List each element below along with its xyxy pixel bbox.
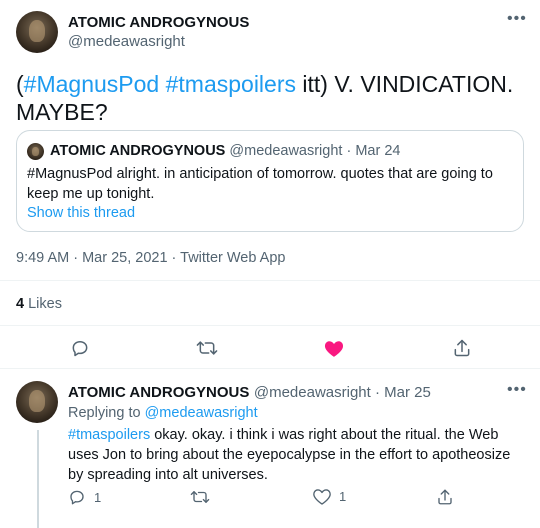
retweet-button[interactable] xyxy=(190,488,210,506)
tweet-text: (#MagnusPod #tmaspoilers itt) V. VINDICA… xyxy=(16,70,524,126)
avatar xyxy=(27,143,44,160)
author-name[interactable]: ATOMIC ANDROGYNOUS xyxy=(68,14,249,31)
more-icon[interactable]: ••• xyxy=(507,10,527,28)
hashtag-link[interactable]: #tmaspoilers xyxy=(166,71,296,97)
hashtag-link[interactable]: #tmaspoilers xyxy=(68,427,150,443)
replying-to-label: Replying to xyxy=(68,405,145,421)
more-icon[interactable]: ••• xyxy=(507,381,527,399)
tweet-timestamp[interactable]: 9:49 AM · Mar 25, 2021 · Twitter Web App xyxy=(16,250,285,266)
author-handle[interactable]: @medeawasright xyxy=(68,33,185,50)
thread-line xyxy=(37,430,39,528)
quoted-tweet-header: ATOMIC ANDROGYNOUS @medeawasright · Mar … xyxy=(50,143,400,159)
share-icon xyxy=(438,489,452,505)
retweet-button[interactable] xyxy=(196,338,218,358)
divider xyxy=(0,280,540,281)
divider xyxy=(0,325,540,326)
like-count: 1 xyxy=(339,489,347,504)
likes-label: Likes xyxy=(24,296,62,312)
quoted-tweet-card[interactable]: ATOMIC ANDROGYNOUS @medeawasright · Mar … xyxy=(16,130,524,232)
replying-to-handle[interactable]: @medeawasright xyxy=(145,405,258,421)
share-button[interactable] xyxy=(436,488,454,506)
likes-number: 4 xyxy=(16,296,25,312)
divider xyxy=(0,368,540,369)
reply-button[interactable]: 1 xyxy=(68,488,101,506)
share-icon xyxy=(454,339,470,357)
reply-text: #tmaspoilers okay. okay. i think i was r… xyxy=(68,425,523,485)
reply-button[interactable] xyxy=(70,338,90,358)
show-thread-link[interactable]: Show this thread xyxy=(27,205,135,221)
tweet-text-part: ( xyxy=(16,71,24,97)
avatar[interactable] xyxy=(16,11,58,53)
avatar[interactable] xyxy=(16,381,58,423)
retweet-icon xyxy=(190,491,210,503)
like-button[interactable] xyxy=(324,339,344,358)
reply-date[interactable]: · Mar 25 xyxy=(371,384,431,401)
reply-icon xyxy=(72,341,88,357)
reply-count: 1 xyxy=(94,489,102,505)
reply-icon xyxy=(70,490,84,505)
likes-count[interactable]: 4 Likes xyxy=(16,296,62,312)
heart-icon xyxy=(313,489,331,505)
quoted-date: · Mar 24 xyxy=(342,143,401,159)
reply-header: ATOMIC ANDROGYNOUS @medeawasright · Mar … xyxy=(68,384,431,402)
hashtag-link[interactable]: #MagnusPod xyxy=(24,71,160,97)
reply-author-handle[interactable]: @medeawasright xyxy=(254,384,371,401)
quoted-author-name: ATOMIC ANDROGYNOUS xyxy=(50,143,226,159)
heart-icon xyxy=(324,341,344,357)
like-button[interactable]: 1 xyxy=(313,488,346,505)
share-button[interactable] xyxy=(452,338,472,358)
reply-author-name[interactable]: ATOMIC ANDROGYNOUS xyxy=(68,384,249,401)
replying-to: Replying to @medeawasright xyxy=(68,405,258,421)
retweet-icon xyxy=(196,341,218,355)
quoted-tweet-text: #MagnusPod alright. in anticipation of t… xyxy=(27,166,493,202)
quoted-author-handle: @medeawasright xyxy=(229,143,343,159)
